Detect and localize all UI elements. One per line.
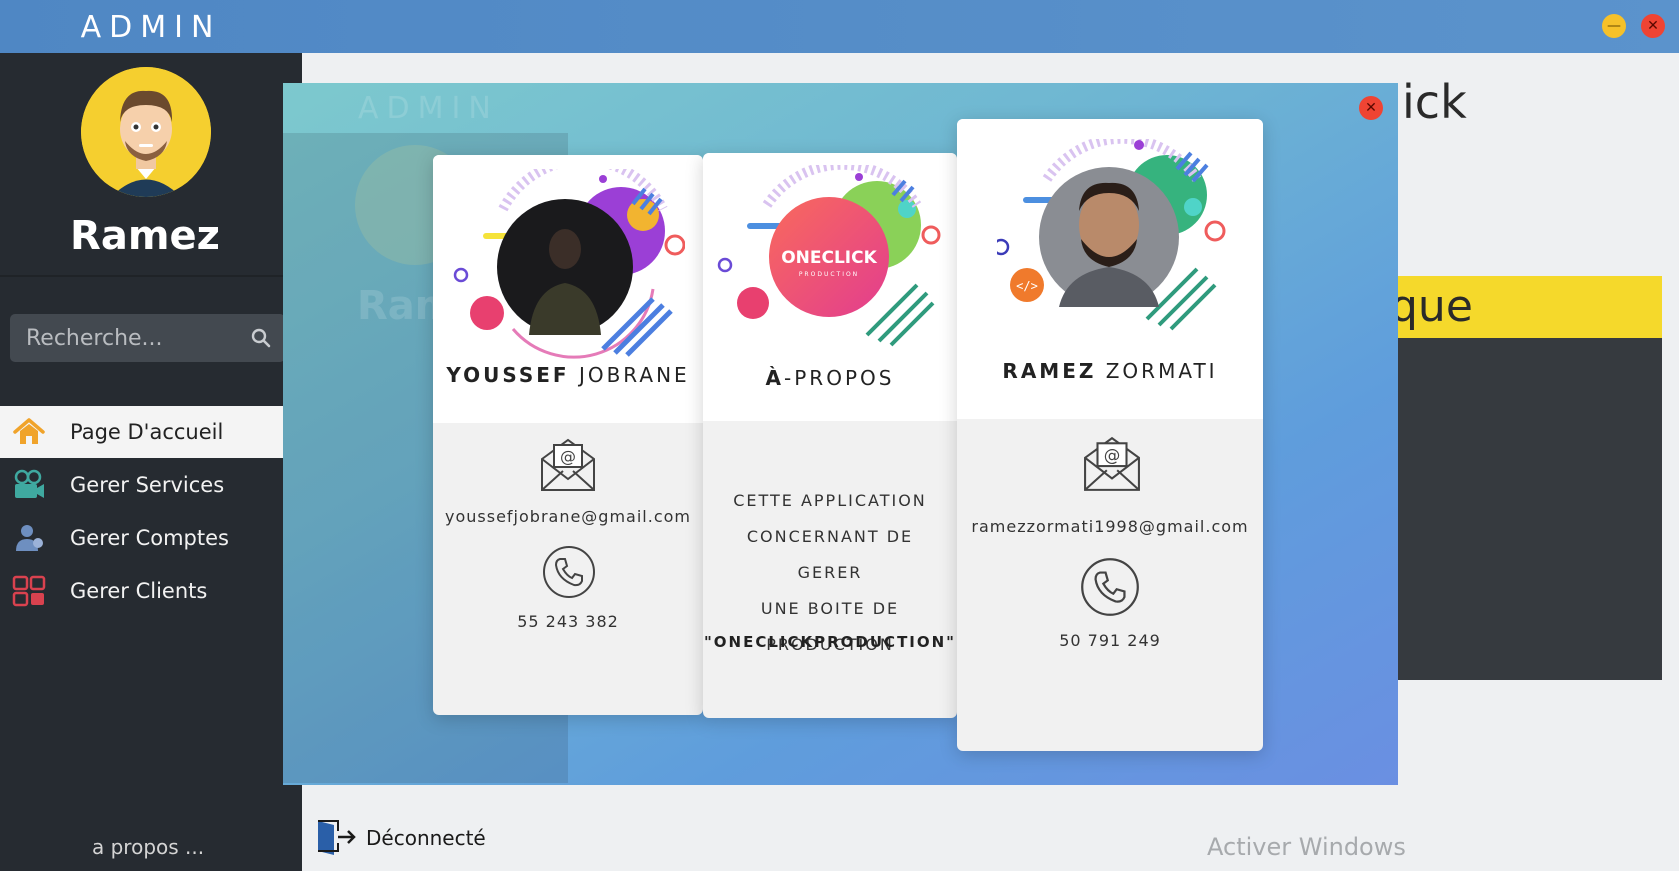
svg-text:@: @ — [560, 447, 576, 466]
logout-label: Déconnecté — [366, 826, 486, 850]
logo-text: ONECLICK — [781, 248, 877, 268]
email-text[interactable]: youssefjobrane@gmail.com — [433, 507, 703, 526]
about-line: CONCERNANT DE GERER — [746, 527, 914, 582]
ghost-brand: ADMIN — [358, 91, 499, 126]
avatar — [81, 67, 211, 197]
sidebar-item-clients[interactable]: Gerer Clients — [0, 565, 302, 617]
sidebar-item-accounts[interactable]: Gerer Comptes — [0, 512, 302, 564]
card-name: RAMEZ ZORMATI — [957, 359, 1263, 383]
logo-subtext: PRODUCTION — [799, 271, 859, 278]
profile-card-ramez: </> RAMEZ ZORMATI @ ramezzormati1998@gma… — [957, 119, 1263, 751]
sidebar-item-home[interactable]: Page D'accueil — [0, 406, 302, 458]
profile-card-youssef: YOUSSEF JOBRANE @ youssefjobrane@gmail.c… — [433, 155, 703, 715]
search-icon[interactable] — [251, 328, 271, 348]
code-badge-icon: </> — [1016, 279, 1038, 293]
card-first-name: RAMEZ — [1002, 359, 1097, 383]
about-modal: ADMIN Ram ✕ YOUSSEF JOBRANE @ youssefjob… — [283, 83, 1398, 785]
sidebar: Ramez Page D'accueil Gerer Services Gere — [0, 53, 302, 871]
card-last-name: ZORMATI — [1105, 359, 1218, 383]
email-icon: @ — [1084, 436, 1140, 491]
phone-text: 55 243 382 — [517, 612, 619, 631]
logout-button[interactable]: Déconnecté — [314, 817, 486, 859]
search-input[interactable] — [10, 314, 240, 362]
search-box — [10, 314, 285, 362]
close-icon: ✕ — [1647, 18, 1659, 34]
email-text[interactable]: ramezzormati1998@gmail.com — [957, 517, 1263, 536]
app-brand: ADMIN — [80, 10, 222, 45]
oneclick-logo-icon: ONECLICK PRODUCTION — [717, 165, 941, 347]
sidebar-item-label: Gerer Comptes — [70, 526, 229, 550]
about-brand: "ONECLICKPRODUCTION" — [703, 633, 956, 651]
user-name: Ramez — [70, 213, 220, 259]
email-icon: @ — [541, 438, 595, 491]
background-title: ick — [1402, 75, 1467, 129]
close-button[interactable]: ✕ — [1641, 14, 1665, 38]
card-first-name: YOUSSEF — [446, 363, 570, 387]
logout-icon — [318, 820, 356, 855]
modal-close-button[interactable]: ✕ — [1359, 96, 1383, 120]
background-banner: que — [1382, 276, 1662, 338]
background-panel — [1382, 338, 1662, 680]
minimize-button[interactable]: — — [1602, 14, 1626, 38]
avatar-illustration-icon — [81, 67, 211, 197]
about-title: À-PROPOS — [703, 366, 957, 390]
sidebar-item-label: Gerer Services — [70, 473, 225, 497]
title-bar: ADMIN — ✕ — [0, 0, 1679, 53]
about-title-bold: À — [765, 366, 785, 390]
close-icon: ✕ — [1365, 100, 1377, 116]
about-link[interactable]: a propos ... — [92, 835, 204, 859]
user-icon — [16, 525, 43, 551]
phone-text: 50 791 249 — [1059, 631, 1161, 650]
sidebar-item-label: Gerer Clients — [70, 579, 208, 603]
about-line: CETTE APPLICATION — [733, 491, 927, 510]
minimize-icon: — — [1607, 18, 1621, 34]
home-icon — [13, 418, 45, 444]
clients-icon — [12, 575, 46, 607]
sidebar-item-services[interactable]: Gerer Services — [0, 459, 302, 511]
sidebar-item-label: Page D'accueil — [70, 420, 224, 444]
about-line: UNE BOITE DE — [760, 599, 900, 618]
svg-text:@: @ — [1104, 446, 1121, 465]
card-name: YOUSSEF JOBRANE — [433, 363, 703, 387]
about-title-rest: -PROPOS — [784, 366, 895, 390]
camera-icon — [14, 469, 44, 498]
about-card: ONECLICK PRODUCTION À-PROPOS CETTE APPLI… — [703, 153, 957, 718]
sidebar-divider — [0, 275, 302, 277]
windows-activation-watermark: Activer Windows — [1207, 833, 1406, 861]
phone-icon — [543, 546, 595, 598]
profile-photo-icon: </> — [997, 139, 1226, 331]
card-last-name: JOBRANE — [578, 363, 690, 387]
phone-icon — [1081, 558, 1139, 616]
profile-photo-icon — [453, 169, 685, 359]
